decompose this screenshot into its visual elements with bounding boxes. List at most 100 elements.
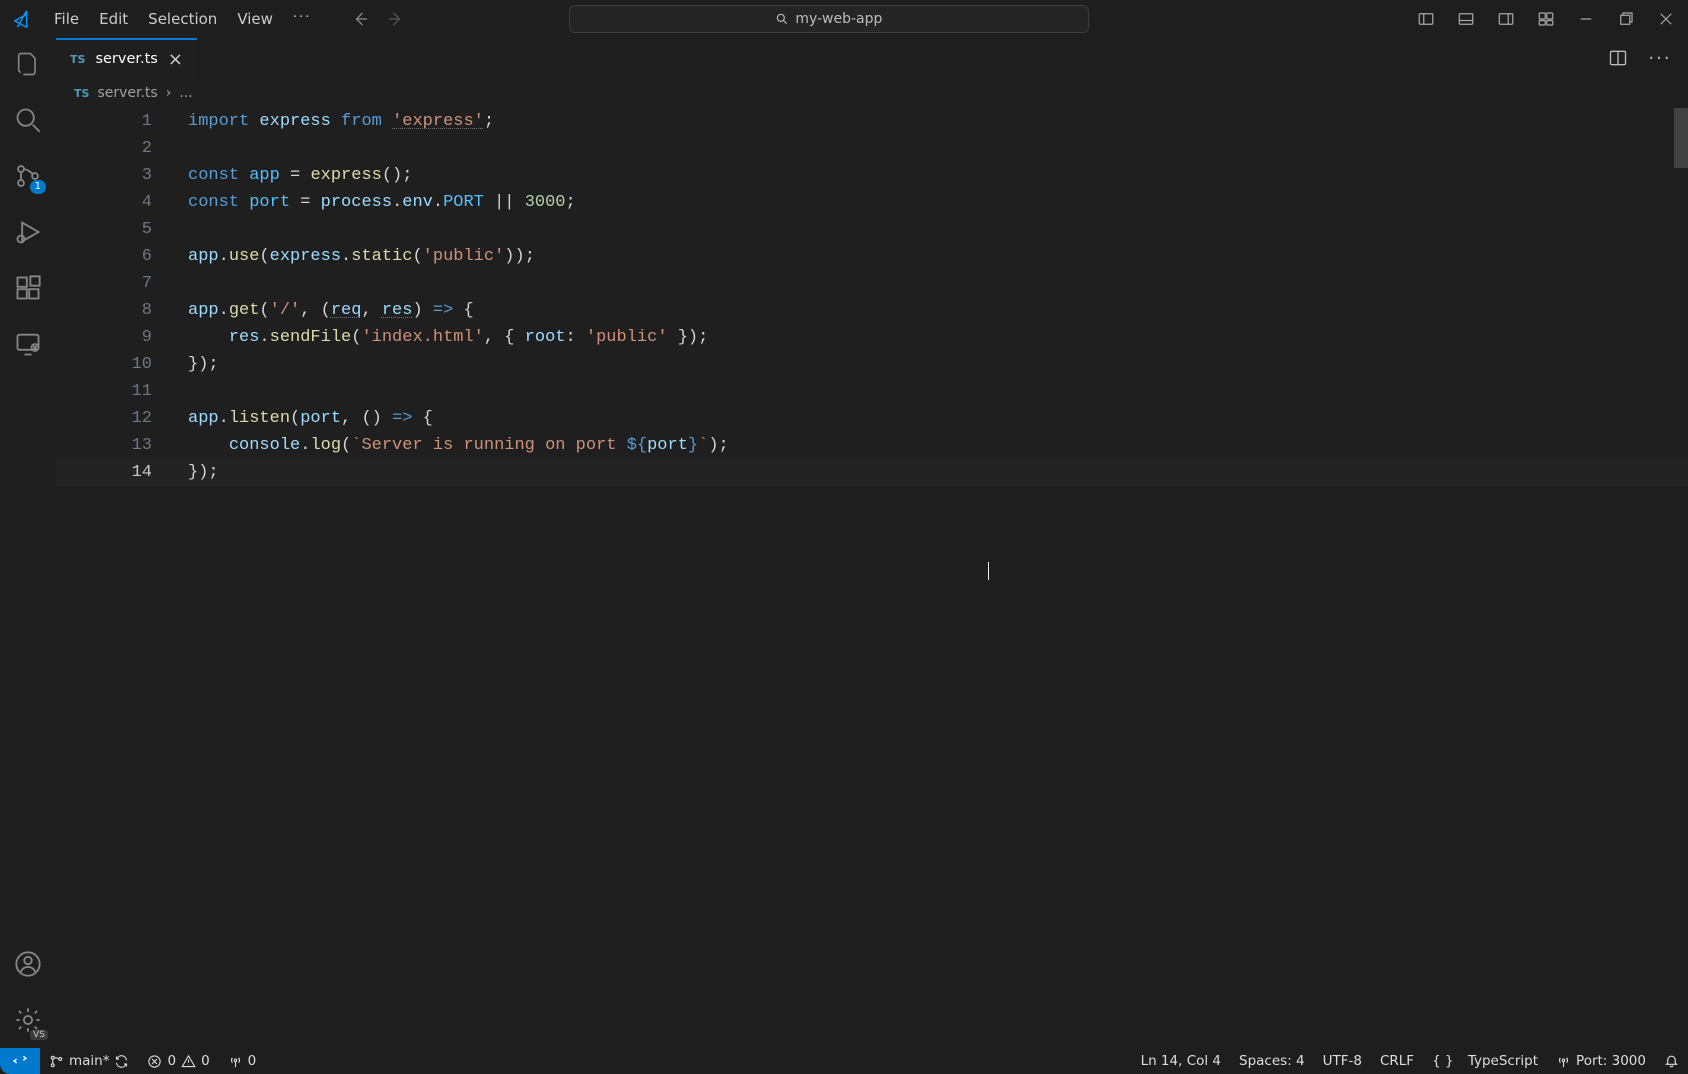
code-line[interactable]: 9 res.sendFile('index.html', { root: 'pu… [56,324,1688,351]
code-line[interactable]: 14}); [56,459,1688,486]
line-number: 12 [56,405,188,432]
line-number: 5 [56,216,188,243]
status-ports[interactable]: 0 [219,1048,266,1074]
line-number: 8 [56,297,188,324]
toggle-sidebar-icon[interactable] [1408,4,1444,34]
code-line[interactable]: 4const port = process.env.PORT || 3000; [56,189,1688,216]
code-line[interactable]: 11 [56,378,1688,405]
window-minimize-button[interactable] [1568,4,1604,34]
file-lang-badge: TS [70,53,85,66]
customize-layout-icon[interactable] [1528,4,1564,34]
status-encoding[interactable]: UTF-8 [1314,1053,1371,1069]
menu-edit[interactable]: Edit [89,4,138,34]
error-icon [147,1054,162,1069]
status-language[interactable]: { } TypeScript [1423,1053,1547,1069]
sync-icon [114,1054,129,1069]
line-number: 7 [56,270,188,297]
remote-indicator[interactable] [0,1048,40,1074]
scm-badge: 1 [30,180,46,194]
line-number: 6 [56,243,188,270]
code-content: }); [188,459,219,486]
search-activity-icon[interactable] [12,104,44,136]
warning-icon [181,1054,196,1069]
status-errors-count: 0 [167,1053,176,1069]
status-indent[interactable]: Spaces: 4 [1230,1053,1314,1069]
accounts-icon[interactable] [12,948,44,980]
code-line[interactable]: 7 [56,270,1688,297]
editor-more-icon[interactable]: ··· [1644,42,1676,74]
braces-icon: { } [1432,1053,1453,1069]
code-line[interactable]: 8app.get('/', (req, res) => { [56,297,1688,324]
status-branch-label: main* [69,1053,109,1069]
status-encoding-label: UTF-8 [1323,1053,1362,1069]
menu-bar: File Edit Selection View ··· [44,4,321,34]
command-center[interactable]: my-web-app [569,5,1089,33]
code-line[interactable]: 12app.listen(port, () => { [56,405,1688,432]
breadcrumb[interactable]: TS server.ts › ... [56,78,1688,108]
radio-tower-icon [1556,1054,1571,1069]
app-logo [0,8,44,30]
status-eol[interactable]: CRLF [1371,1053,1423,1069]
toggle-panel-icon[interactable] [1448,4,1484,34]
bell-icon [1664,1053,1679,1068]
chevron-right-icon: › [166,85,172,101]
code-line[interactable]: 6app.use(express.static('public')); [56,243,1688,270]
status-language-label: TypeScript [1468,1053,1538,1069]
run-debug-icon[interactable] [12,216,44,248]
code-editor[interactable]: 1import express from 'express';23const a… [56,108,1688,1048]
radio-tower-icon [228,1054,243,1069]
status-port-forward[interactable]: Port: 3000 [1547,1053,1655,1069]
status-branch[interactable]: main* [40,1048,138,1074]
line-number: 11 [56,378,188,405]
split-editor-icon[interactable] [1602,42,1634,74]
nav-back-button[interactable] [347,5,375,33]
settings-gear-icon[interactable]: VS [12,1004,44,1036]
tab-label: server.ts [95,51,157,67]
line-number: 9 [56,324,188,351]
editor-group: TS server.ts × ··· TS server.ts › ... [56,38,1688,1048]
code-line[interactable]: 10}); [56,351,1688,378]
explorer-icon[interactable] [12,48,44,80]
line-number: 4 [56,189,188,216]
scm-icon[interactable]: 1 [12,160,44,192]
code-content: const port = process.env.PORT || 3000; [188,189,576,216]
code-content: app.get('/', (req, res) => { [188,297,474,324]
line-number: 13 [56,432,188,459]
search-icon [775,12,789,26]
code-content: const app = express(); [188,162,412,189]
nav-forward-button[interactable] [381,5,409,33]
tab-close-icon[interactable]: × [168,49,183,70]
title-bar: File Edit Selection View ··· my-web-app [0,0,1688,38]
window-restore-button[interactable] [1608,4,1644,34]
status-ports-count: 0 [248,1053,257,1069]
code-line[interactable]: 3const app = express(); [56,162,1688,189]
menu-selection[interactable]: Selection [138,4,227,34]
extensions-icon[interactable] [12,272,44,304]
status-bar: main* 0 0 0 Ln 14, Col 4 Spaces: 4 UTF-8… [0,1048,1688,1074]
menu-file[interactable]: File [44,4,89,34]
window-close-button[interactable] [1648,4,1684,34]
remote-explorer-icon[interactable] [12,328,44,360]
breadcrumb-rest: ... [179,85,192,101]
code-content: import express from 'express'; [188,108,494,135]
status-notifications[interactable] [1655,1053,1688,1068]
code-line[interactable]: 1import express from 'express'; [56,108,1688,135]
code-content: app.listen(port, () => { [188,405,433,432]
status-cursor[interactable]: Ln 14, Col 4 [1132,1053,1230,1069]
overview-ruler[interactable] [1674,108,1688,168]
tab-server-ts[interactable]: TS server.ts × [56,38,197,78]
code-content: res.sendFile('index.html', { root: 'publ… [188,324,708,351]
code-line[interactable]: 2 [56,135,1688,162]
tabs-row: TS server.ts × ··· [56,38,1688,78]
command-center-text: my-web-app [795,11,882,27]
toggle-secondary-icon[interactable] [1488,4,1524,34]
status-problems[interactable]: 0 0 [138,1048,218,1074]
code-line[interactable]: 5 [56,216,1688,243]
status-eol-label: CRLF [1380,1053,1414,1069]
code-line[interactable]: 13 console.log(`Server is running on por… [56,432,1688,459]
breadcrumb-lang-badge: TS [74,87,89,100]
line-number: 14 [56,459,188,486]
menu-overflow[interactable]: ··· [283,4,321,34]
menu-view[interactable]: View [227,4,283,34]
code-content: app.use(express.static('public')); [188,243,535,270]
